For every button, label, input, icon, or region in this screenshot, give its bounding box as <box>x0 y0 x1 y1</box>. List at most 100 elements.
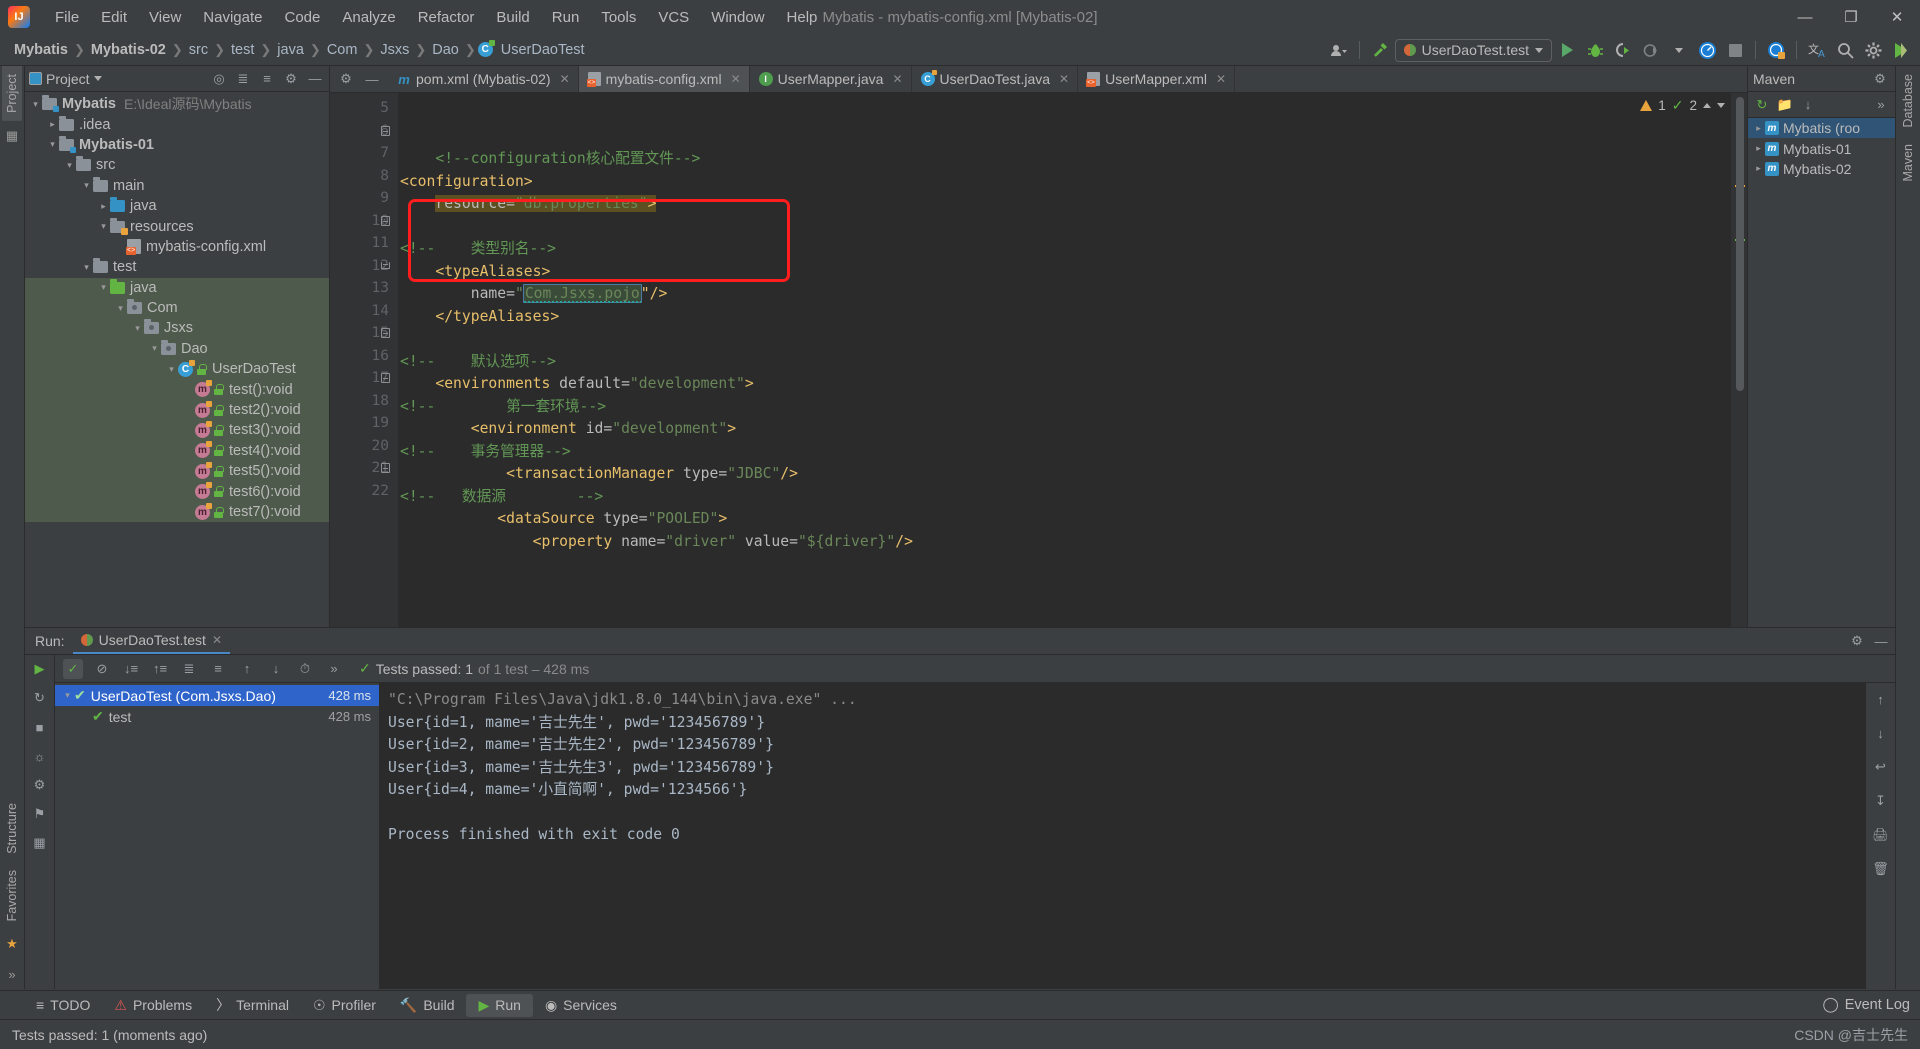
maven-tree[interactable]: ▸ Mybatis (roo ▸ Mybatis-01 ▸ Mybatis-02 <box>1748 118 1895 179</box>
tree-node[interactable]: ▾ Com <box>25 297 329 319</box>
tool-button-todo[interactable]: ≡ TODO <box>24 994 102 1016</box>
tree-node[interactable]: ▾ src <box>25 155 329 175</box>
sort-alpha-icon[interactable]: ↓≡ <box>121 659 141 679</box>
add-maven-project-icon[interactable]: 📁 <box>1775 95 1795 115</box>
gear-icon[interactable]: ⚙ <box>336 69 356 89</box>
breadcrumb-item-module[interactable]: Mybatis-02 <box>87 41 170 59</box>
code-line[interactable]: <dataSource type="POOLED"> <box>398 508 1731 531</box>
updates-icon[interactable] <box>1763 37 1789 63</box>
breadcrumb-item-java[interactable]: java <box>273 41 308 59</box>
code-line[interactable]: <!--configuration核心配置文件--> <box>398 148 1731 171</box>
menu-file[interactable]: File <box>44 6 90 29</box>
tool-tab-project[interactable]: Project <box>2 66 22 121</box>
hide-panel-icon[interactable]: — <box>1871 631 1891 651</box>
fold-marker[interactable] <box>378 120 392 143</box>
sort-duration-icon[interactable]: ↑≡ <box>150 659 170 679</box>
star-icon[interactable]: ★ <box>3 935 21 953</box>
tool-tab-structure[interactable]: Structure <box>2 795 22 862</box>
profile-user-icon[interactable] <box>1326 37 1352 63</box>
breadcrumb-item-userdaotest[interactable]: UserDaoTest <box>497 41 589 59</box>
code-line[interactable]: </typeAliases> <box>398 306 1731 329</box>
chevron-down-icon[interactable]: ▾ <box>46 139 59 150</box>
editor-tab-usermapper-xml[interactable]: UserMapper.xml ✕ <box>1078 66 1236 92</box>
code-line[interactable]: name="Com.Jsxs.pojo"/> <box>398 283 1731 306</box>
expand-toolbar-icon[interactable]: » <box>1871 95 1891 115</box>
collapse-all-icon[interactable]: ≡ <box>257 69 277 89</box>
editor-tab-pom[interactable]: m pom.xml (Mybatis-02) ✕ <box>388 66 579 92</box>
editor-tab-mybatis-config[interactable]: mybatis-config.xml ✕ <box>578 66 750 92</box>
download-sources-icon[interactable]: ↓ <box>1798 95 1818 115</box>
scroll-to-end-icon[interactable]: ↧ <box>1871 791 1891 811</box>
refresh-icon[interactable]: ↻ <box>1752 95 1772 115</box>
menu-window[interactable]: Window <box>700 6 775 29</box>
menu-code[interactable]: Code <box>273 6 331 29</box>
chevron-right-icon[interactable]: ▸ <box>1752 143 1765 154</box>
chevron-right-icon[interactable]: ▸ <box>46 119 59 130</box>
database-small-icon[interactable]: ▦ <box>3 127 21 145</box>
menu-edit[interactable]: Edit <box>90 6 138 29</box>
chevron-up-icon[interactable] <box>1703 103 1711 108</box>
tree-node[interactable]: m test():void <box>25 379 329 400</box>
stop-icon[interactable]: ■ <box>30 717 50 737</box>
chevron-right-icon[interactable]: ▸ <box>1752 123 1765 134</box>
prev-failed-icon[interactable]: ↑ <box>237 659 257 679</box>
code-line[interactable]: <environments default="development"> <box>398 373 1731 396</box>
chevron-right-icon[interactable]: ▸ <box>97 201 110 212</box>
expand-all-icon[interactable]: ≣ <box>179 659 199 679</box>
chevron-down-icon[interactable] <box>1666 37 1692 63</box>
maven-tree-node[interactable]: ▸ Mybatis (roo <box>1748 118 1895 139</box>
code-line[interactable]: <!-- 默认选项--> <box>398 351 1731 374</box>
fold-marker[interactable] <box>378 457 392 480</box>
layout-icon[interactable]: ▦ <box>30 833 50 853</box>
camera-snapshot-icon[interactable]: ☼ <box>30 746 50 766</box>
expand-strip-icon[interactable]: » <box>3 965 21 983</box>
chevron-down-icon[interactable] <box>93 76 102 81</box>
breadcrumb-item-dao[interactable]: Dao <box>428 41 463 59</box>
code-line[interactable]: resource="db.properties"> <box>398 193 1731 216</box>
history-icon[interactable]: ⏱ <box>295 659 315 679</box>
next-failed-icon[interactable]: ↓ <box>266 659 286 679</box>
code-line[interactable]: <!-- 事务管理器--> <box>398 441 1731 464</box>
fold-marker-end[interactable] <box>378 255 392 278</box>
breadcrumb-item-project[interactable]: Mybatis <box>10 41 72 59</box>
ide-help-icon[interactable] <box>1888 37 1914 63</box>
gear-icon[interactable]: ⚙ <box>1847 631 1867 651</box>
chevron-down-icon[interactable]: ▾ <box>165 364 178 375</box>
close-icon[interactable]: ✕ <box>892 72 902 86</box>
pin-icon[interactable]: ⚑ <box>30 804 50 824</box>
rerun-failed-icon[interactable]: ↻ <box>30 688 50 708</box>
code-line[interactable]: <typeAliases> <box>398 261 1731 284</box>
stop-icon[interactable] <box>1722 37 1748 63</box>
test-tree[interactable]: ▾ ✔ UserDaoTest (Com.Jsxs.Dao) 428 ms ✔ test 4… <box>55 683 380 989</box>
menu-tools[interactable]: Tools <box>590 6 647 29</box>
tree-node[interactable]: ▾ Mybatis-01 <box>25 135 329 155</box>
close-icon[interactable]: ✕ <box>1059 72 1069 86</box>
highlighted-properties-tag[interactable]: resource="db.properties"> <box>435 195 657 212</box>
gear-icon[interactable]: ⚙ <box>281 69 301 89</box>
editor-tab-usermapper-java[interactable]: I UserMapper.java ✕ <box>750 66 912 92</box>
chevron-right-icon[interactable]: ▸ <box>1752 163 1765 174</box>
run-tab-userdaotest[interactable]: UserDaoTest.test ✕ <box>72 628 231 654</box>
tree-node[interactable]: ▾ Jsxs <box>25 318 329 339</box>
tree-node[interactable]: mybatis-config.xml <box>25 237 329 257</box>
editor-tab-userdaotest-java[interactable]: C UserDaoTest.java ✕ <box>912 66 1079 92</box>
maximize-button[interactable]: ❐ <box>1828 0 1874 34</box>
code-line[interactable]: <!-- 类型别名--> <box>398 238 1731 261</box>
fold-marker[interactable] <box>378 367 392 390</box>
tool-button-terminal[interactable]: 〉 Terminal <box>204 992 301 1018</box>
close-icon[interactable]: ✕ <box>1216 72 1226 86</box>
close-icon[interactable]: ✕ <box>212 633 222 647</box>
more-actions-icon[interactable]: » <box>324 659 344 679</box>
debug-icon[interactable] <box>1582 37 1608 63</box>
profiler-icon[interactable] <box>1694 37 1720 63</box>
chevron-down-icon[interactable]: ▾ <box>29 99 42 110</box>
fold-markers[interactable] <box>378 97 392 502</box>
chevron-down-icon[interactable]: ▾ <box>80 262 93 273</box>
code-line[interactable] <box>398 216 1731 239</box>
clear-all-icon[interactable]: 🗑 <box>1871 859 1891 879</box>
tool-button-build[interactable]: 🔨 Build <box>388 994 467 1017</box>
tree-node[interactable]: m test2():void <box>25 399 329 421</box>
tree-node[interactable]: m test3():void <box>25 420 329 441</box>
menu-view[interactable]: View <box>138 6 192 29</box>
selected-package-name[interactable]: Com.Jsxs.pojo <box>522 284 642 303</box>
